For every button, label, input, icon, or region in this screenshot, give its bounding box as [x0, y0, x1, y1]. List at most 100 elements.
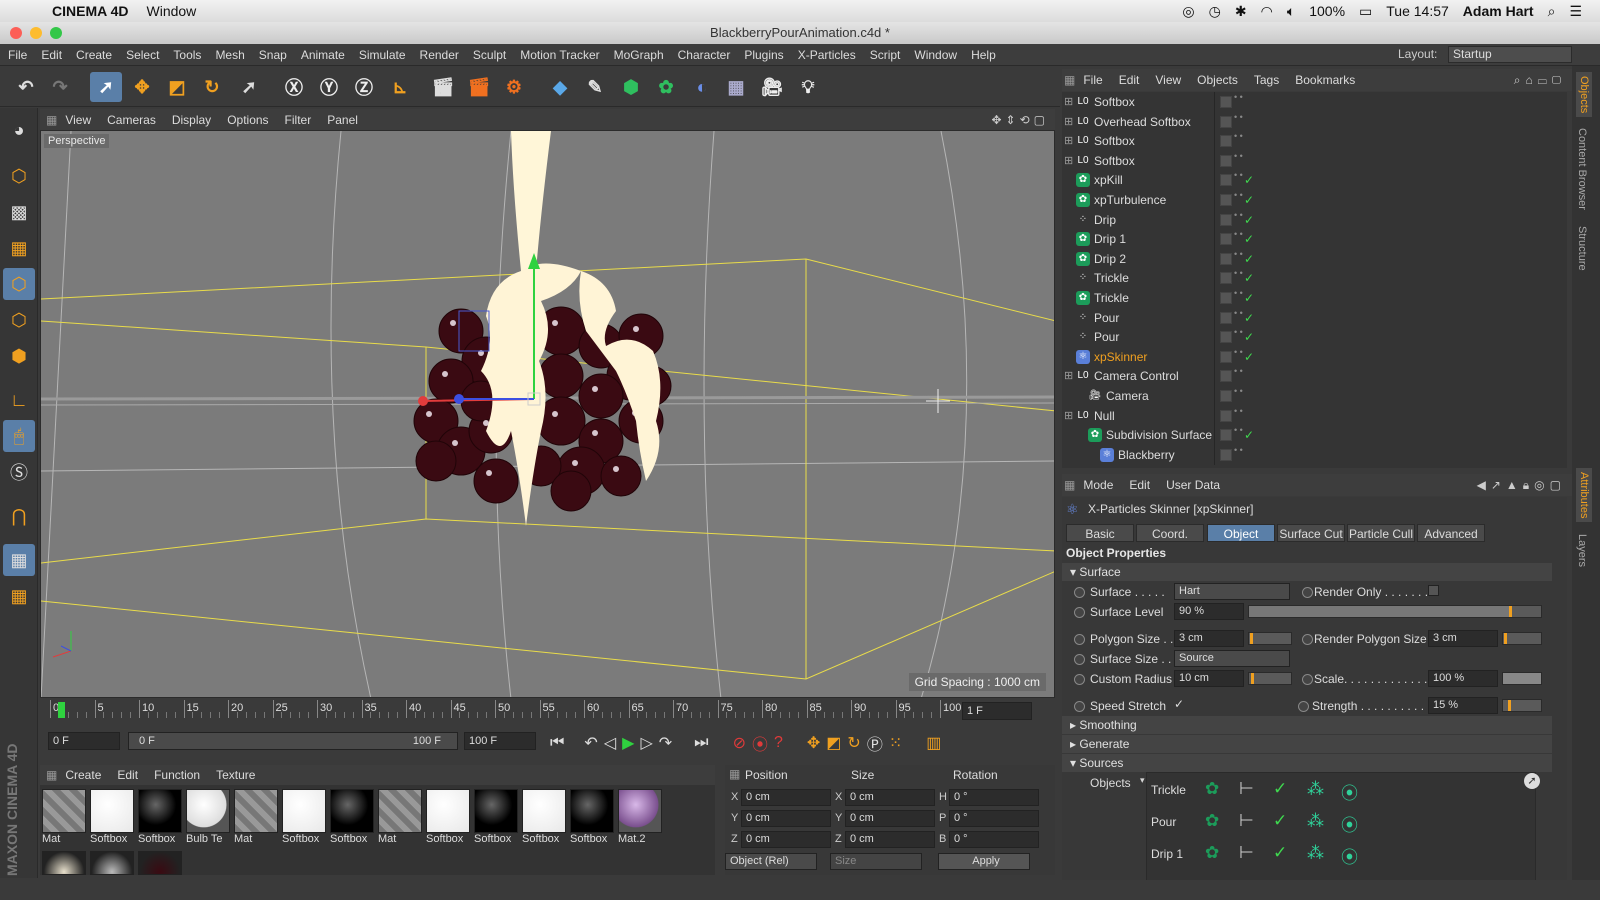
object-row[interactable]: ✿ xpTurbulence • • ✓: [1062, 190, 1567, 210]
material-swatch[interactable]: Softbox: [282, 789, 328, 847]
group-smoothing-header[interactable]: ▸ Smoothing: [1062, 716, 1552, 734]
key-position-icon[interactable]: ✥: [807, 733, 820, 753]
render-picture-viewer-icon[interactable]: 🎬︎: [463, 72, 495, 102]
emitter-icon[interactable]: ⁂: [1307, 779, 1324, 799]
editor-render-dots-icon[interactable]: • •: [1234, 366, 1243, 376]
battery-icon[interactable]: ▭: [1359, 3, 1372, 20]
object-row[interactable]: ⊞ L0 Softbox • •: [1062, 150, 1567, 171]
vp-menu-cameras[interactable]: Cameras: [99, 113, 164, 127]
points-mode-icon[interactable]: ⬡: [3, 268, 35, 300]
menu-x-particles[interactable]: X-Particles: [791, 48, 863, 62]
object-row[interactable]: ⁘ Trickle • • ✓: [1062, 268, 1567, 289]
tab-objects[interactable]: Objects: [1576, 72, 1592, 118]
viewport-camera-label[interactable]: Perspective: [44, 134, 110, 148]
undo-icon[interactable]: ↶: [10, 72, 42, 102]
surface-size-select[interactable]: Source: [1174, 650, 1290, 667]
enabled-check-icon[interactable]: ✓: [1273, 811, 1287, 831]
texture-mode-icon[interactable]: ▩: [3, 196, 35, 228]
expand-toggle-icon[interactable]: ⊞: [1064, 112, 1073, 132]
object-row[interactable]: ✿ Drip 2 • • ✓: [1062, 248, 1567, 269]
group-sources-header[interactable]: ▾ Sources: [1062, 754, 1552, 772]
sphere-pair-icon[interactable]: ⦿: [1341, 779, 1358, 804]
object-row[interactable]: ⚛ xpSkinner • • ✓: [1062, 346, 1567, 367]
creative-cloud-icon[interactable]: ◎: [1182, 3, 1194, 20]
frame-range-slider[interactable]: 0 F 100 F: [128, 732, 458, 750]
hierarchy-icon[interactable]: ⊢: [1239, 779, 1254, 799]
volume-icon[interactable]: 🔈︎: [1287, 3, 1295, 20]
mac-menu-window[interactable]: Window: [147, 3, 197, 19]
enabled-check-icon[interactable]: ✓: [1273, 779, 1287, 799]
object-row[interactable]: ✿ Subdivision Surface • • ✓: [1062, 425, 1567, 446]
editor-render-dots-icon[interactable]: • •: [1234, 92, 1243, 102]
tab-particle-cull[interactable]: Particle Cull: [1347, 524, 1415, 542]
menu-create[interactable]: Create: [69, 48, 119, 62]
surface-radio[interactable]: [1074, 587, 1085, 598]
editor-render-dots-icon[interactable]: • •: [1234, 327, 1243, 337]
editor-render-dots-icon[interactable]: • •: [1234, 249, 1243, 259]
object-row[interactable]: ⊞ L0 Softbox • •: [1062, 131, 1567, 152]
light-icon[interactable]: 💡︎: [792, 72, 824, 102]
move-tool-icon[interactable]: ✥: [126, 72, 158, 102]
editor-render-dots-icon[interactable]: • •: [1234, 347, 1243, 357]
enabled-check-icon[interactable]: ✓: [1244, 210, 1254, 230]
tab-attributes[interactable]: Attributes: [1576, 468, 1592, 523]
vp-menu-display[interactable]: Display: [164, 113, 219, 127]
speed-stretch-checkbox[interactable]: ✓: [1174, 697, 1186, 711]
polygon-size-radio[interactable]: [1074, 634, 1085, 645]
coords-grip-icon[interactable]: ▦: [729, 767, 740, 781]
editor-render-dots-icon[interactable]: • •: [1234, 288, 1243, 298]
menu-file[interactable]: File: [1, 48, 34, 62]
material-swatch[interactable]: Bulb Te: [186, 789, 232, 847]
viewport-grip-icon[interactable]: ▦: [46, 113, 57, 127]
editor-render-dots-icon[interactable]: • •: [1234, 112, 1243, 122]
zoom-window-button[interactable]: [50, 27, 62, 39]
timeline-window-icon[interactable]: ▥: [926, 733, 941, 753]
source-row[interactable]: Trickle ✿ ⊢ ✓ ⁂ ⦿: [1147, 775, 1535, 805]
attr-menu-user-data[interactable]: User Data: [1158, 478, 1228, 492]
expand-toggle-icon[interactable]: ⊞: [1064, 151, 1073, 171]
end-frame-field[interactable]: 100 F: [464, 732, 536, 750]
go-to-end-icon[interactable]: ⏭: [694, 734, 708, 752]
viewport-perspective[interactable]: Perspective Grid Spacing : 1000 cm: [40, 130, 1055, 698]
current-frame-field[interactable]: 0 F: [48, 732, 120, 750]
source-row[interactable]: Pour ✿ ⊢ ✓ ⁂ ⦿: [1147, 807, 1535, 837]
tab-content-browser[interactable]: Content Browser: [1576, 128, 1588, 210]
editor-render-dots-icon[interactable]: • •: [1234, 131, 1243, 141]
editor-render-dots-icon[interactable]: • •: [1234, 425, 1243, 435]
minimize-window-button[interactable]: [30, 27, 42, 39]
editor-render-dots-icon[interactable]: • •: [1234, 445, 1243, 455]
app-name[interactable]: CINEMA 4D: [52, 3, 129, 19]
mat-menu-create[interactable]: Create: [57, 768, 109, 782]
menu-mesh[interactable]: Mesh: [208, 48, 251, 62]
workplane-icon[interactable]: ▦: [3, 232, 35, 264]
om-menu-view[interactable]: View: [1147, 73, 1189, 87]
rotate-tool-icon[interactable]: ↻: [196, 72, 228, 102]
deformer-icon[interactable]: ◐: [686, 72, 718, 102]
scale-radio[interactable]: [1302, 674, 1313, 685]
clock[interactable]: Tue 14:57: [1386, 3, 1449, 19]
object-row[interactable]: 🎥︎ Camera • •: [1062, 386, 1567, 406]
layer-visibility-toggle[interactable]: [1220, 272, 1232, 285]
editor-render-dots-icon[interactable]: • •: [1234, 406, 1243, 416]
material-preview[interactable]: [90, 851, 134, 875]
sphere-pair-icon[interactable]: ⦿: [1341, 811, 1358, 836]
go-to-start-icon[interactable]: ⏮: [550, 734, 564, 752]
enabled-check-icon[interactable]: ✓: [1244, 308, 1254, 328]
editor-render-dots-icon[interactable]: • •: [1234, 268, 1243, 278]
rotation-b-field[interactable]: 0 °: [949, 831, 1039, 848]
strength-field[interactable]: 15 %: [1428, 697, 1498, 714]
om-menu-edit[interactable]: Edit: [1111, 73, 1148, 87]
om-menu-bookmarks[interactable]: Bookmarks: [1287, 73, 1363, 87]
surface-level-field[interactable]: 90 %: [1174, 603, 1244, 620]
key-rotation-icon[interactable]: ↻: [847, 733, 860, 753]
rotation-p-field[interactable]: 0 °: [949, 810, 1039, 827]
om-menu-objects[interactable]: Objects: [1189, 73, 1246, 87]
strength-slider[interactable]: [1502, 699, 1542, 712]
source-row[interactable]: Drip 1 ✿ ⊢ ✓ ⁂ ⦿: [1147, 839, 1535, 869]
menu-simulate[interactable]: Simulate: [352, 48, 413, 62]
playhead-marker[interactable]: [58, 702, 65, 718]
layout-select[interactable]: Startup: [1448, 46, 1572, 63]
object-row[interactable]: ⊞ L0 Softbox • •: [1062, 92, 1567, 112]
speed-stretch-radio[interactable]: [1074, 701, 1085, 712]
group-generate-header[interactable]: ▸ Generate: [1062, 735, 1552, 753]
